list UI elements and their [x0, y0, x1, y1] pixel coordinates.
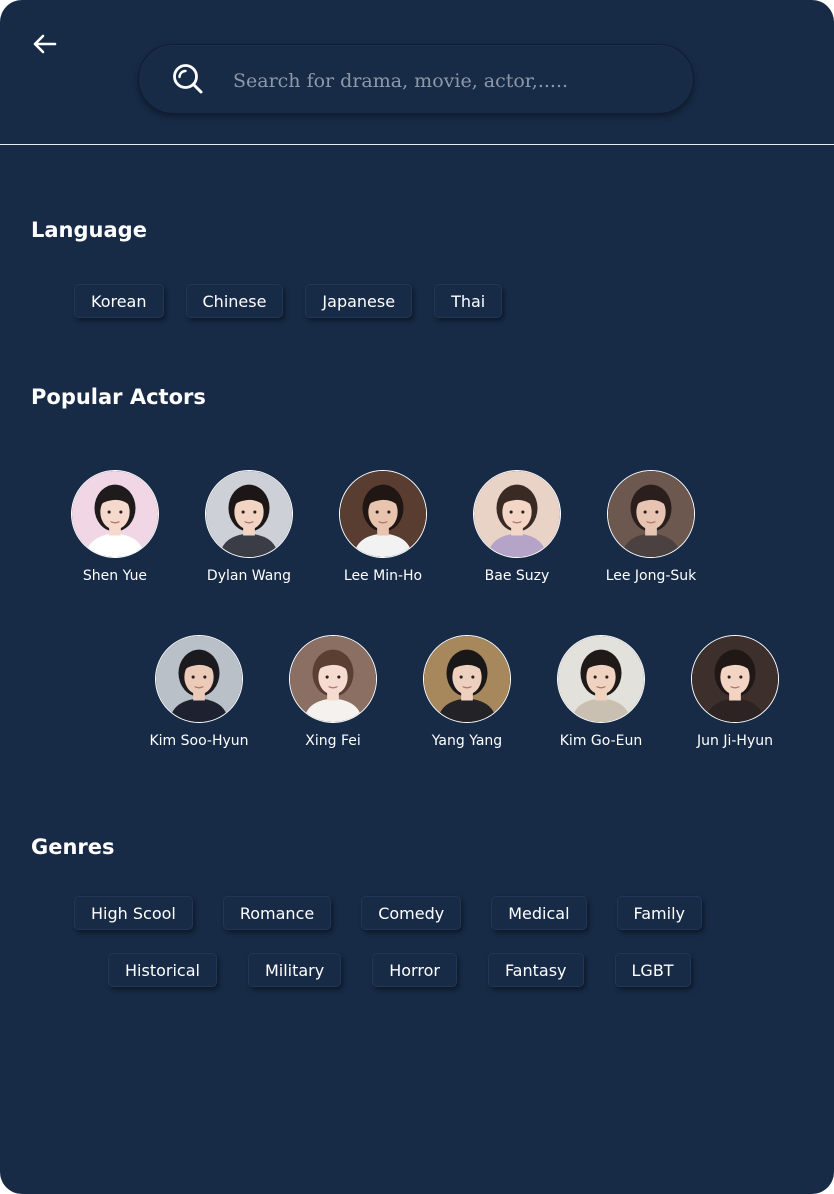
actor-avatar: [289, 635, 377, 723]
actor-card[interactable]: Shen Yue: [48, 470, 182, 584]
search-icon: [173, 64, 203, 94]
actor-portrait-image: [72, 471, 158, 557]
genre-chip-medical[interactable]: Medical: [491, 896, 587, 930]
genre-chip-military[interactable]: Military: [247, 953, 342, 987]
actor-portrait-image: [340, 471, 426, 557]
language-chip-row: Korean Chinese Japanese Thai: [74, 284, 503, 318]
header-divider: [0, 144, 834, 145]
language-chip-chinese[interactable]: Chinese: [185, 284, 284, 318]
arrow-left-icon: [33, 34, 57, 54]
actor-name: Jun Ji-Hyun: [697, 733, 773, 749]
language-section-title: Language: [31, 218, 147, 242]
search-input[interactable]: [231, 63, 665, 99]
actor-name: Dylan Wang: [206, 568, 292, 584]
genre-chip-lgbt[interactable]: LGBT: [614, 953, 691, 987]
actor-avatar: [607, 470, 695, 558]
actor-avatar: [423, 635, 511, 723]
actor-card[interactable]: Jun Ji-Hyun: [668, 635, 802, 749]
genre-chip-horror[interactable]: Horror: [372, 953, 457, 987]
actors-row-2: Kim Soo-Hyun Xing Fei Yang Yang Kim Go-E…: [132, 635, 802, 749]
actor-portrait-image: [156, 636, 242, 722]
actor-avatar: [339, 470, 427, 558]
genres-section-title: Genres: [31, 835, 115, 859]
actor-name: Kim Go-Eun: [559, 733, 643, 749]
genre-chip-high-scool[interactable]: High Scool: [74, 896, 193, 930]
actor-name: Shen Yue: [82, 568, 148, 584]
genre-chip-romance[interactable]: Romance: [222, 896, 332, 930]
genre-chip-historical[interactable]: Historical: [108, 953, 217, 987]
actor-avatar: [205, 470, 293, 558]
actor-name: Xing Fei: [305, 733, 361, 749]
actor-avatar: [557, 635, 645, 723]
genre-chip-family[interactable]: Family: [616, 896, 702, 930]
actor-card[interactable]: Lee Jong-Suk: [584, 470, 718, 584]
actor-portrait-image: [692, 636, 778, 722]
actor-portrait-image: [290, 636, 376, 722]
actor-name: Lee Min-Ho: [343, 568, 423, 584]
genre-chip-fantasy[interactable]: Fantasy: [487, 953, 584, 987]
actor-name: Kim Soo-Hyun: [149, 733, 249, 749]
actor-card[interactable]: Lee Min-Ho: [316, 470, 450, 584]
actor-card[interactable]: Yang Yang: [400, 635, 534, 749]
actor-card[interactable]: Kim Go-Eun: [534, 635, 668, 749]
genre-chip-comedy[interactable]: Comedy: [361, 896, 462, 930]
language-chip-thai[interactable]: Thai: [434, 284, 503, 318]
genre-chip-row-2: Historical Military Horror Fantasy LGBT: [108, 953, 691, 987]
actor-name: Bae Suzy: [484, 568, 550, 584]
genre-chip-row-1: High Scool Romance Comedy Medical Family: [74, 896, 702, 930]
popular-actors-section-title: Popular Actors: [31, 385, 206, 409]
language-chip-japanese[interactable]: Japanese: [305, 284, 413, 318]
actor-name: Lee Jong-Suk: [605, 568, 697, 584]
actor-avatar: [155, 635, 243, 723]
actor-portrait-image: [558, 636, 644, 722]
language-chip-korean[interactable]: Korean: [74, 284, 164, 318]
actor-avatar: [691, 635, 779, 723]
actor-portrait-image: [424, 636, 510, 722]
actor-card[interactable]: Dylan Wang: [182, 470, 316, 584]
actor-card[interactable]: Bae Suzy: [450, 470, 584, 584]
search-screen: Language Korean Chinese Japanese Thai Po…: [0, 0, 834, 1194]
actor-card[interactable]: Kim Soo-Hyun: [132, 635, 266, 749]
actor-portrait-image: [474, 471, 560, 557]
actor-portrait-image: [206, 471, 292, 557]
actor-name: Yang Yang: [431, 733, 503, 749]
back-button[interactable]: [28, 28, 60, 60]
actor-avatar: [473, 470, 561, 558]
actor-card[interactable]: Xing Fei: [266, 635, 400, 749]
actor-portrait-image: [608, 471, 694, 557]
actors-row-1: Shen Yue Dylan Wang Lee Min-Ho Bae Suzy …: [48, 470, 718, 584]
actor-avatar: [71, 470, 159, 558]
search-bar[interactable]: [138, 44, 694, 114]
